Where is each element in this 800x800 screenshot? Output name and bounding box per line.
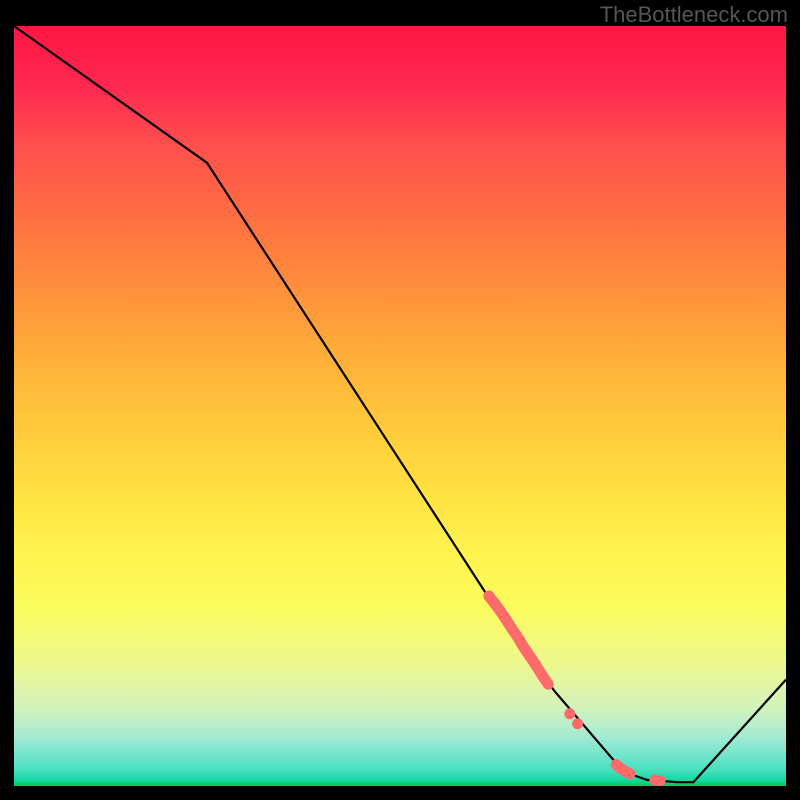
cluster-tail-point: [655, 775, 666, 786]
watermark-text: TheBottleneck.com: [600, 2, 788, 28]
chart-svg: [14, 26, 786, 786]
cluster-lower: [616, 765, 630, 774]
bottleneck-curve: [14, 26, 786, 782]
cluster-upper: [489, 596, 548, 684]
data-clusters: [489, 596, 666, 786]
cluster-mid-point: [564, 708, 575, 719]
plot-area: [14, 26, 786, 786]
cluster-mid-point: [572, 718, 583, 729]
